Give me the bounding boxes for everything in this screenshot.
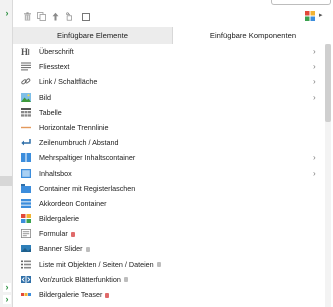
chevron-right-icon[interactable]: › (313, 74, 316, 89)
tab-einfuegbare-komponenten[interactable]: Einfügbare Komponenten (173, 27, 333, 44)
list-item-label: Liste mit Objekten / Seiten / Dateien (39, 257, 161, 272)
list-item-label: Tabelle (39, 107, 62, 117)
svg-text:H: H (21, 47, 28, 56)
list-item-bild[interactable]: Bild › (13, 90, 333, 105)
list-item-mehrspaltiger-inhaltscontainer[interactable]: Mehrspaltiger Inhaltscontainer › (13, 150, 333, 165)
chevron-right-icon[interactable]: › (313, 59, 316, 74)
list-item-bildergalerie[interactable]: Bildergalerie (13, 211, 333, 226)
expand-arrow-icon[interactable]: › (3, 9, 11, 18)
element-list: H Überschrift › Fliesstext › Link / Scha… (13, 44, 333, 302)
list-item-label: Container mit Registerlaschen (39, 183, 136, 193)
lock-icon (123, 277, 128, 283)
chevron-right-icon[interactable]: › (313, 166, 316, 181)
top-input-field[interactable] (271, 0, 331, 5)
list-item-label: Fliesstext (39, 62, 70, 72)
image-icon (21, 92, 31, 102)
banner-slider-icon (21, 245, 31, 253)
sidebar-band (0, 176, 12, 186)
page: › › › ▸ Einfügbare Elemente Einfügbare K… (0, 0, 333, 307)
list-item-bildergalerie-teaser[interactable]: Bildergalerie Teaser (13, 287, 333, 302)
list-item-label: Bild (39, 92, 51, 102)
list-item-tabelle[interactable]: Tabelle (13, 105, 333, 120)
trash-icon[interactable] (23, 12, 32, 21)
toolbar: ▸ (13, 9, 333, 24)
list-item-label: Vor/zurück Blätterfunktion (39, 272, 128, 287)
lock-icon (85, 247, 90, 253)
columns-icon (21, 153, 31, 163)
list-item-liste-mit-objekten[interactable]: Liste mit Objekten / Seiten / Dateien (13, 257, 333, 272)
copy-icon[interactable] (37, 12, 46, 21)
chevron-right-icon[interactable]: › (313, 150, 316, 165)
list-item-horizontale-trennlinie[interactable]: Horizontale Trennlinie (13, 120, 333, 135)
list-item-container-mit-registerlaschen[interactable]: Container mit Registerlaschen (13, 181, 333, 196)
list-item-label: Horizontale Trennlinie (39, 122, 109, 132)
list-item-label: Überschrift (39, 47, 74, 56)
list-item-label: Bildergalerie Teaser (39, 287, 110, 302)
expand-arrow-icon[interactable]: › (3, 295, 11, 304)
list-item-ueberschrift[interactable]: H Überschrift › (13, 44, 333, 59)
table-icon (21, 107, 31, 117)
list-item-label: Banner Slider (39, 241, 90, 256)
link-icon (21, 78, 31, 85)
object-list-icon (21, 260, 31, 269)
arrow-up-icon[interactable] (51, 12, 60, 21)
lock-icon (156, 262, 161, 268)
lock-icon (105, 292, 110, 298)
list-item-formular[interactable]: Formular (13, 226, 333, 241)
scrollbar-thumb[interactable] (325, 44, 331, 122)
list-scrollbar[interactable] (325, 44, 331, 307)
list-item-akkordeon-container[interactable]: Akkordeon Container (13, 196, 333, 211)
list-item-label: Mehrspaltiger Inhaltscontainer (39, 153, 136, 163)
gallery-icon (21, 214, 31, 224)
tab-einfuegbare-elemente[interactable]: Einfügbare Elemente (13, 27, 173, 44)
list-item-label: Bildergalerie (39, 214, 79, 224)
chevron-right-icon[interactable]: › (313, 44, 316, 59)
list-item-link-schaltflaeche[interactable]: Link / Schaltfläche › (13, 74, 333, 89)
checkbox-icon[interactable] (82, 13, 90, 21)
left-sidebar-strip: › › › (0, 0, 13, 307)
text-lines-icon (21, 62, 31, 71)
tabs-container-icon (21, 183, 31, 193)
list-item-fliesstext[interactable]: Fliesstext › (13, 59, 333, 74)
horizontal-rule-icon (21, 126, 31, 129)
list-item-label: Zeilenumbruch / Abstand (39, 138, 119, 148)
heading-icon: H (21, 47, 30, 56)
list-item-label: Link / Schaltfläche (39, 77, 98, 87)
grid-icon[interactable] (305, 11, 315, 21)
list-item-zeilenumbruch-abstand[interactable]: Zeilenumbruch / Abstand (13, 135, 333, 150)
content-box-icon (21, 168, 31, 178)
link-icon[interactable] (65, 12, 74, 21)
list-item-label: Formular (39, 226, 75, 241)
list-item-vor-zurueck-blaetterfunktion[interactable]: Vor/zurück Blätterfunktion (13, 272, 333, 287)
gallery-teaser-icon (21, 293, 31, 296)
more-icon[interactable]: ▸ (319, 11, 323, 19)
line-break-icon (21, 139, 31, 146)
prev-next-icon (21, 275, 31, 283)
accordion-icon (21, 198, 31, 208)
list-item-inhaltsbox[interactable]: Inhaltsbox › (13, 166, 333, 181)
list-item-label: Akkordeon Container (39, 198, 107, 208)
list-item-banner-slider[interactable]: Banner Slider (13, 241, 333, 256)
tab-bar: Einfügbare Elemente Einfügbare Komponent… (13, 27, 333, 44)
expand-arrow-icon[interactable]: › (3, 283, 11, 292)
form-icon (21, 229, 31, 239)
list-item-label: Inhaltsbox (39, 168, 72, 178)
chevron-right-icon[interactable]: › (313, 90, 316, 105)
lock-icon (70, 231, 75, 237)
